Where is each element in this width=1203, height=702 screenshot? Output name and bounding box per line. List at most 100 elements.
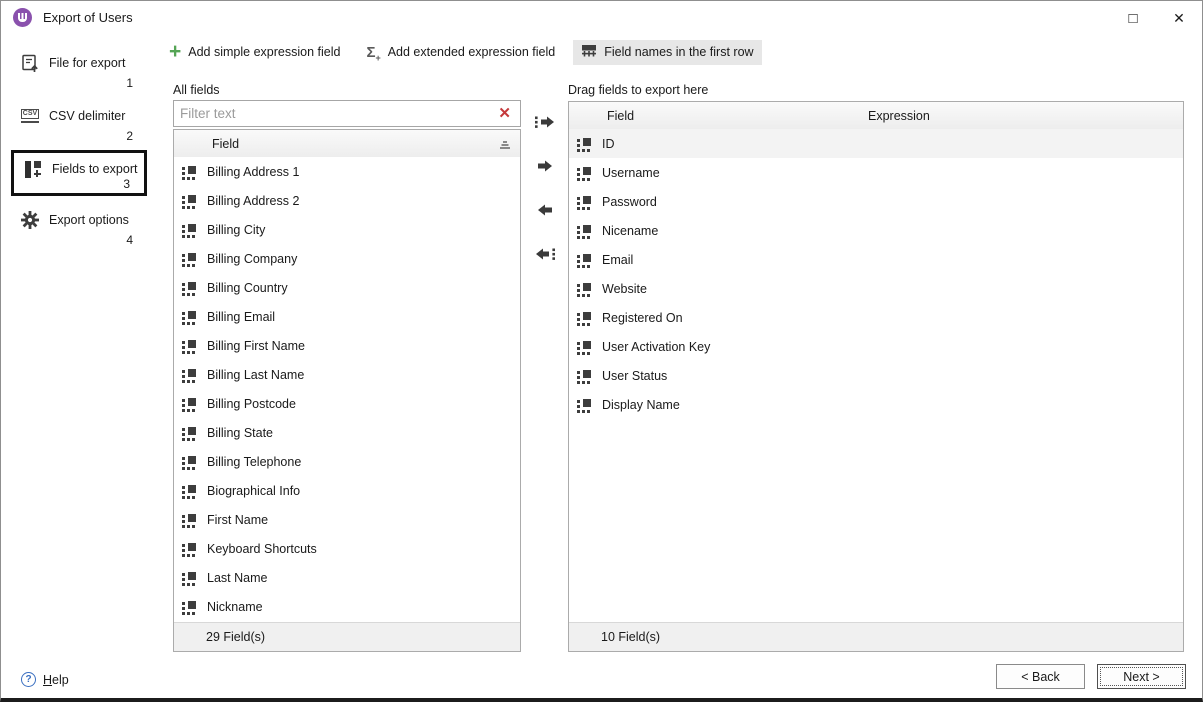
transfer-buttons bbox=[528, 107, 564, 283]
export-field-row[interactable]: Website bbox=[569, 274, 1183, 303]
drag-handle-icon bbox=[182, 426, 196, 440]
move-right-button[interactable] bbox=[528, 151, 562, 181]
field-names-first-row-toggle[interactable]: Field names in the first row bbox=[573, 40, 761, 65]
add-simple-expression-button[interactable]: + Add simple expression field bbox=[161, 41, 348, 63]
drag-handle-icon bbox=[577, 311, 591, 325]
drag-handle-icon bbox=[577, 253, 591, 267]
field-label: User Status bbox=[602, 369, 667, 383]
drag-handle-icon bbox=[182, 310, 196, 324]
field-row[interactable]: Billing Telephone bbox=[174, 447, 520, 476]
drag-handle-icon bbox=[182, 397, 196, 411]
clear-filter-icon[interactable]: ✕ bbox=[489, 106, 520, 121]
titlebar: Export of Users bbox=[1, 1, 1202, 33]
drag-handle-icon bbox=[577, 340, 591, 354]
drag-handle-icon bbox=[577, 369, 591, 383]
file-export-icon bbox=[20, 53, 40, 73]
field-row[interactable]: Last Name bbox=[174, 563, 520, 592]
step-label: Export options bbox=[49, 213, 129, 227]
field-label: Biographical Info bbox=[207, 484, 300, 498]
field-row[interactable]: Billing Company bbox=[174, 244, 520, 273]
export-field-row[interactable]: Password bbox=[569, 187, 1183, 216]
drag-handle-icon bbox=[577, 282, 591, 296]
field-label: Keyboard Shortcuts bbox=[207, 542, 317, 556]
table-header-icon bbox=[581, 44, 597, 61]
sidebar-step-csv-delimiter[interactable]: CSV CSV delimiter 2 bbox=[11, 99, 147, 145]
gear-icon bbox=[20, 210, 40, 230]
field-row[interactable]: First Name bbox=[174, 505, 520, 534]
drag-handle-icon bbox=[182, 571, 196, 585]
field-label: Email bbox=[602, 253, 633, 267]
export-field-row[interactable]: Username bbox=[569, 158, 1183, 187]
step-number: 4 bbox=[126, 233, 133, 247]
help-link[interactable]: ? Help bbox=[21, 672, 69, 687]
drag-handle-icon bbox=[577, 166, 591, 180]
field-label: Billing Last Name bbox=[207, 368, 304, 382]
sidebar-step-fields-to-export[interactable]: Fields to export 3 bbox=[11, 150, 147, 196]
field-row[interactable]: Biographical Info bbox=[174, 476, 520, 505]
field-column-header: Field bbox=[212, 137, 239, 151]
next-button[interactable]: Next > bbox=[1097, 664, 1186, 689]
field-label: Billing Company bbox=[207, 252, 297, 266]
drag-handle-icon bbox=[182, 600, 196, 614]
drag-handle-icon bbox=[182, 455, 196, 469]
sidebar-step-export-options[interactable]: Export options 4 bbox=[11, 203, 147, 249]
move-left-button[interactable] bbox=[528, 195, 562, 225]
field-label: Nicename bbox=[602, 224, 658, 238]
export-field-row[interactable]: Registered On bbox=[569, 303, 1183, 332]
add-extended-expression-label: Add extended expression field bbox=[388, 45, 555, 59]
export-fields-count: 10 Field(s) bbox=[601, 630, 660, 644]
move-all-left-button[interactable] bbox=[528, 239, 562, 269]
add-extended-expression-button[interactable]: Σ+ Add extended expression field bbox=[358, 40, 563, 65]
drag-handle-icon bbox=[182, 368, 196, 382]
field-label: Website bbox=[602, 282, 647, 296]
export-fields-footer: 10 Field(s) bbox=[569, 622, 1183, 651]
close-button[interactable]: ✕ bbox=[1156, 1, 1202, 35]
field-row[interactable]: Nickname bbox=[174, 592, 520, 621]
app-logo-icon bbox=[13, 8, 32, 27]
fields-icon bbox=[23, 159, 43, 179]
csv-icon: CSV bbox=[20, 106, 40, 126]
export-field-row[interactable]: User Status bbox=[569, 361, 1183, 390]
export-panel-title: Drag fields to export here bbox=[568, 83, 708, 97]
all-fields-footer: 29 Field(s) bbox=[174, 622, 520, 651]
field-row[interactable]: Keyboard Shortcuts bbox=[174, 534, 520, 563]
field-row[interactable]: Billing State bbox=[174, 418, 520, 447]
field-column-header: Field bbox=[607, 109, 634, 123]
maximize-button[interactable]: □ bbox=[1110, 1, 1156, 35]
drag-handle-icon bbox=[577, 195, 591, 209]
export-field-row[interactable]: Nicename bbox=[569, 216, 1183, 245]
window-title: Export of Users bbox=[43, 10, 133, 25]
export-field-row[interactable]: User Activation Key bbox=[569, 332, 1183, 361]
step-number: 3 bbox=[123, 177, 130, 191]
field-row[interactable]: Billing Email bbox=[174, 302, 520, 331]
step-label: CSV delimiter bbox=[49, 109, 125, 123]
field-label: First Name bbox=[207, 513, 268, 527]
sidebar-step-file-for-export[interactable]: File for export 1 bbox=[11, 46, 147, 92]
drag-handle-icon bbox=[182, 281, 196, 295]
expression-column-header: Expression bbox=[868, 109, 930, 123]
field-label: Billing Address 1 bbox=[207, 165, 299, 179]
export-field-row[interactable]: ID bbox=[569, 129, 1183, 158]
sort-icon bbox=[499, 139, 511, 153]
sigma-plus-icon: Σ+ bbox=[366, 44, 380, 61]
field-row[interactable]: Billing Postcode bbox=[174, 389, 520, 418]
export-field-row[interactable]: Display Name bbox=[569, 390, 1183, 419]
field-row[interactable]: Billing First Name bbox=[174, 331, 520, 360]
drag-handle-icon bbox=[577, 224, 591, 238]
field-row[interactable]: Billing Address 2 bbox=[174, 186, 520, 215]
field-label: Billing Postcode bbox=[207, 397, 296, 411]
drag-handle-icon bbox=[182, 165, 196, 179]
plus-icon: + bbox=[169, 45, 181, 59]
field-row[interactable]: Billing City bbox=[174, 215, 520, 244]
export-fields-header[interactable]: Field Expression bbox=[569, 102, 1183, 129]
field-row[interactable]: Billing Country bbox=[174, 273, 520, 302]
field-row[interactable]: Billing Last Name bbox=[174, 360, 520, 389]
all-fields-header[interactable]: Field bbox=[174, 130, 520, 157]
back-button[interactable]: < Back bbox=[996, 664, 1085, 689]
move-all-right-button[interactable] bbox=[528, 107, 562, 137]
field-row[interactable]: Billing Address 1 bbox=[174, 157, 520, 186]
export-field-row[interactable]: Email bbox=[569, 245, 1183, 274]
step-label: File for export bbox=[49, 56, 125, 70]
filter-input[interactable] bbox=[174, 106, 489, 121]
export-of-users-dialog: Export of Users □ ✕ File for export 1 CS… bbox=[0, 0, 1203, 702]
